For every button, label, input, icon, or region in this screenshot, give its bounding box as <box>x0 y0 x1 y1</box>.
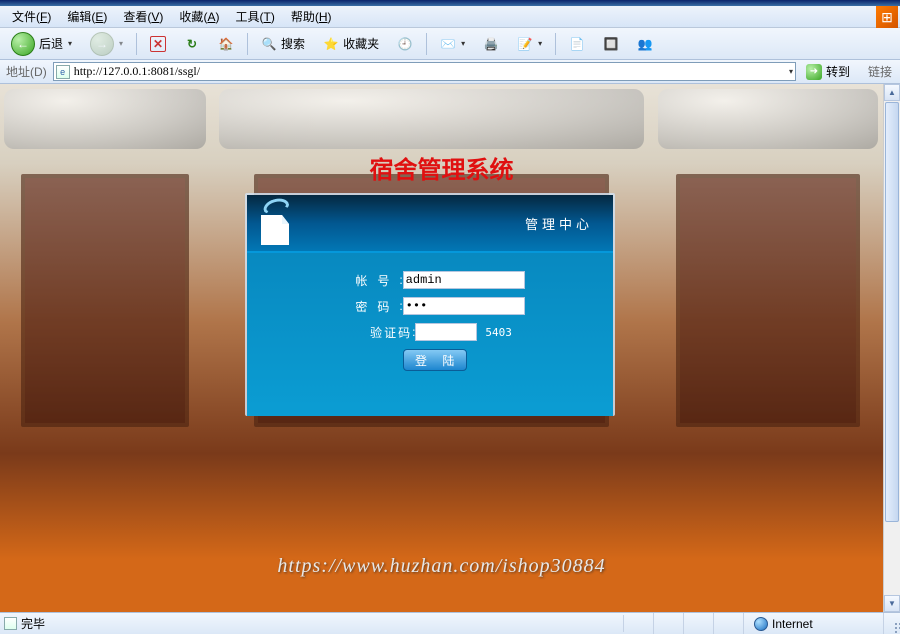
vertical-scrollbar[interactable]: ▲ ▼ <box>883 84 900 612</box>
windows-logo-icon: ⊞ <box>876 6 898 28</box>
status-cell <box>624 613 654 634</box>
separator <box>426 33 427 55</box>
stop-icon: ✕ <box>150 36 166 52</box>
menu-tools[interactable]: 工具(T) <box>227 6 282 27</box>
chevron-down-icon[interactable]: ▾ <box>789 67 793 76</box>
address-input-wrap[interactable]: e ▾ <box>53 62 796 81</box>
menu-edit[interactable]: 编辑(E) <box>59 6 115 27</box>
captcha-code: 5403 <box>485 326 512 339</box>
login-button[interactable]: 登 陆 <box>403 349 467 371</box>
separator <box>555 33 556 55</box>
login-panel: 管理中心 帐号: 密码: 验证码: 5403 <box>245 193 615 416</box>
print-button[interactable]: 🖨️ <box>476 33 506 55</box>
research-button[interactable]: 🔲 <box>596 33 626 55</box>
favorites-button[interactable]: ⭐ 收藏夹 <box>316 32 386 55</box>
back-arrow-icon: ← <box>11 32 35 56</box>
toolbar: ← 后退 ▾ → ▾ ✕ ↻ 🏠 🔍 搜索 ⭐ 收藏夹 🕘 ✉️▾ 🖨️ 📝▾ … <box>0 28 900 60</box>
content-area: 宿舍管理系统 管理中心 帐号: 密码: 验证码: <box>0 84 900 612</box>
separator <box>136 33 137 55</box>
discuss-button[interactable]: 📄 <box>562 33 592 55</box>
captcha-label: 验证码 <box>348 324 412 341</box>
print-icon: 🖨️ <box>483 36 499 52</box>
search-button[interactable]: 🔍 搜索 <box>254 32 312 55</box>
star-icon: ⭐ <box>323 36 339 52</box>
panel-frame: 管理中心 帐号: 密码: 验证码: 5403 <box>245 193 615 416</box>
edit-icon: 📝 <box>517 36 533 52</box>
row-password: 密码: <box>247 297 613 315</box>
login-body: 帐号: 密码: 验证码: 5403 登 陆 <box>247 253 613 416</box>
scroll-thumb[interactable] <box>885 102 899 522</box>
scroll-down-button[interactable]: ▼ <box>884 595 900 612</box>
search-label: 搜索 <box>281 35 305 52</box>
password-input[interactable] <box>403 297 525 315</box>
home-icon: 🏠 <box>218 36 234 52</box>
login-header: 管理中心 <box>247 195 613 253</box>
watermark: https://www.huzhan.com/ishop30884 <box>0 555 883 578</box>
messenger-button[interactable]: 👥 <box>630 33 660 55</box>
zone-label: Internet <box>772 617 813 631</box>
address-bar: 地址(D) e ▾ ➜ 转到 链接 <box>0 60 900 84</box>
status-cell <box>684 613 714 634</box>
refresh-button[interactable]: ↻ <box>177 33 207 55</box>
discuss-icon: 📄 <box>569 36 585 52</box>
mail-button[interactable]: ✉️ ▾ <box>433 33 472 55</box>
status-bar: 完毕 Internet <box>0 612 900 634</box>
go-button[interactable]: ➜ 转到 <box>800 61 856 82</box>
links-label[interactable]: 链接 <box>864 63 896 80</box>
status-zone: Internet <box>744 613 884 634</box>
panel-title: 管理中心 <box>525 214 593 233</box>
forward-arrow-icon: → <box>90 32 114 56</box>
password-label: 密码 <box>335 298 399 315</box>
chevron-down-icon: ▾ <box>68 39 72 48</box>
history-button[interactable]: 🕘 <box>390 33 420 55</box>
row-submit: 登 陆 <box>247 349 613 371</box>
document-halo-icon <box>259 201 297 245</box>
history-icon: 🕘 <box>397 36 413 52</box>
refresh-icon: ↻ <box>184 36 200 52</box>
go-arrow-icon: ➜ <box>806 64 822 80</box>
stop-button[interactable]: ✕ <box>143 33 173 55</box>
status-done: 完毕 <box>21 615 45 632</box>
menu-view[interactable]: 查看(V) <box>115 6 171 27</box>
page-icon: e <box>56 65 70 79</box>
account-label: 帐号 <box>335 272 399 289</box>
row-captcha: 验证码: 5403 <box>247 323 613 341</box>
status-cell <box>714 613 744 634</box>
address-input[interactable] <box>74 64 784 79</box>
mail-icon: ✉️ <box>440 36 456 52</box>
status-left: 完毕 <box>0 615 624 632</box>
status-cell <box>654 613 684 634</box>
menu-favorites[interactable]: 收藏(A) <box>171 6 227 27</box>
go-label: 转到 <box>826 63 850 80</box>
messenger-icon: 👥 <box>637 36 653 52</box>
chevron-down-icon: ▾ <box>538 39 542 48</box>
separator <box>247 33 248 55</box>
back-label: 后退 <box>39 35 63 52</box>
research-icon: 🔲 <box>603 36 619 52</box>
chevron-down-icon: ▾ <box>461 39 465 48</box>
captcha-input[interactable] <box>415 323 477 341</box>
page-icon <box>4 617 17 630</box>
home-button[interactable]: 🏠 <box>211 33 241 55</box>
forward-button[interactable]: → ▾ <box>83 29 130 59</box>
account-input[interactable] <box>403 271 525 289</box>
scroll-up-button[interactable]: ▲ <box>884 84 900 101</box>
menu-bar: 文件(F) 编辑(E) 查看(V) 收藏(A) 工具(T) 帮助(H) ⊞ <box>0 6 900 28</box>
favorites-label: 收藏夹 <box>343 35 379 52</box>
row-account: 帐号: <box>247 271 613 289</box>
menu-help[interactable]: 帮助(H) <box>283 6 340 27</box>
search-icon: 🔍 <box>261 36 277 52</box>
chevron-down-icon: ▾ <box>119 39 123 48</box>
address-label: 地址(D) <box>4 63 49 80</box>
back-button[interactable]: ← 后退 ▾ <box>4 29 79 59</box>
resize-grip[interactable] <box>884 620 900 628</box>
globe-icon <box>754 617 768 631</box>
edit-button[interactable]: 📝▾ <box>510 33 549 55</box>
page-title: 宿舍管理系统 <box>0 150 883 185</box>
menu-file[interactable]: 文件(F) <box>4 6 59 27</box>
